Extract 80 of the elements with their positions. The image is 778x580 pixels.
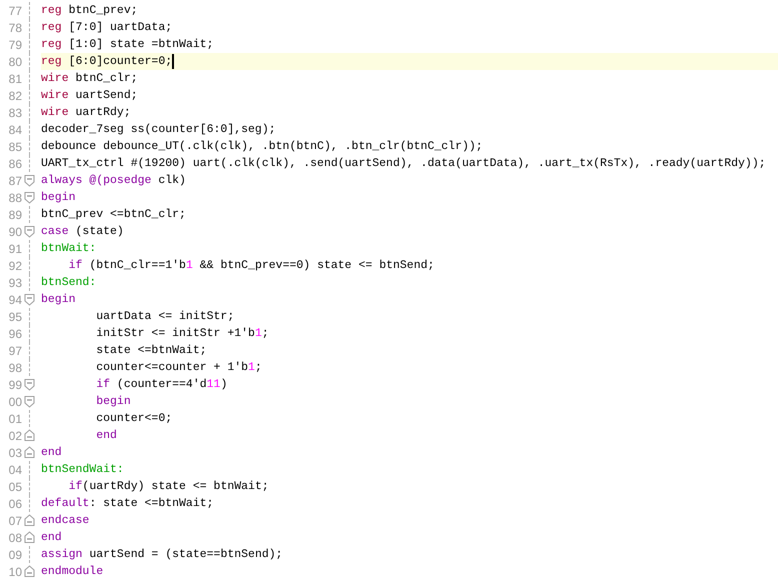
code-line: end (41, 446, 62, 458)
fold-icon[interactable] (24, 378, 34, 391)
code-line: reg btnC_prev; (41, 4, 138, 16)
code-line: counter<=0; (95, 412, 172, 424)
line-number: 93 (8, 276, 22, 288)
code-line: reg [6:0]counter=0; (41, 56, 172, 68)
code-line: wire btnC_clr; (41, 72, 138, 84)
code-line: default: state <=btnWait; (41, 498, 214, 510)
fold-icon[interactable] (24, 191, 34, 204)
line-number: 88 (8, 192, 22, 204)
fold-icon[interactable] (24, 514, 34, 527)
line-number: 00 (8, 396, 22, 408)
code-line: uartData <= initStr; (95, 310, 234, 322)
line-number: 81 (8, 72, 22, 84)
code-line: wire uartRdy; (41, 106, 131, 118)
code-line: always @(posedge clk) (41, 174, 186, 186)
line-number: 90 (8, 226, 22, 238)
line-number: 78 (8, 22, 22, 34)
line-number: 95 (8, 310, 22, 322)
code-line: counter<=counter + 1'b1; (95, 362, 262, 374)
fold-icon[interactable] (24, 225, 34, 238)
fold-icon[interactable] (24, 531, 34, 544)
fold-icon[interactable] (24, 293, 34, 306)
text-cursor (172, 54, 174, 69)
code-line: initStr <= initStr +1'b1; (95, 328, 269, 340)
code-line: case (state) (41, 226, 124, 238)
code-line: endmodule (41, 566, 104, 578)
line-number: 06 (8, 498, 22, 510)
code-line: state <=btnWait; (95, 344, 207, 356)
code-line: UART_tx_ctrl #(19200) uart(.clk(clk), .send(uartSend), .data(uartData), .uart_tx(RsTx), .ready(uartRdy)); (41, 158, 766, 170)
code-line: reg [1:0] state =btnWait; (41, 38, 214, 50)
line-number: 87 (8, 174, 22, 186)
line-number: 10 (8, 566, 22, 578)
line-number: 92 (8, 260, 22, 272)
line-number: 05 (8, 480, 22, 492)
line-number: 80 (8, 56, 22, 68)
line-number: 82 (8, 90, 22, 102)
code-line: endcase (41, 514, 90, 526)
code-line: if (counter==4'd11) (95, 378, 228, 390)
code-line: reg [7:0] uartData; (41, 22, 172, 34)
fold-icon[interactable] (24, 446, 34, 459)
line-number: 96 (8, 328, 22, 340)
line-number: 83 (8, 106, 22, 118)
line-number: 01 (8, 412, 22, 424)
line-number: 99 (8, 378, 22, 390)
code-line: begin (95, 396, 131, 408)
code-line: btnSendWait: (41, 464, 124, 476)
line-number: 91 (8, 242, 22, 254)
code-line: begin (41, 294, 76, 306)
line-number: 04 (8, 464, 22, 476)
code-line: debounce debounce_UT(.clk(clk), .btn(btnC), .btn_clr(btnC_clr)); (41, 140, 483, 152)
code-line: decoder_7seg ss(counter[6:0],seg); (41, 124, 276, 136)
code-line: btnC_prev <=btnC_clr; (41, 208, 186, 220)
fold-icon[interactable] (24, 429, 34, 442)
line-number: 08 (8, 532, 22, 544)
line-number: 03 (8, 446, 22, 458)
code-line: if (btnC_clr==1'b1 && btnC_prev==0) state <= btnSend; (68, 260, 434, 272)
line-number: 89 (8, 208, 22, 220)
line-number: 09 (8, 548, 22, 560)
code-line: btnSend: (41, 276, 96, 288)
line-number: 02 (8, 430, 22, 442)
line-number: 98 (8, 362, 22, 374)
line-number: 07 (8, 514, 22, 526)
line-number: 77 (8, 4, 22, 16)
line-number: 85 (8, 140, 22, 152)
fold-icon[interactable] (24, 565, 34, 578)
fold-icon[interactable] (24, 174, 34, 187)
code-line: end (41, 532, 62, 544)
code-line: assign uartSend = (state==btnSend); (41, 548, 283, 560)
code-line: btnWait: (41, 242, 96, 254)
line-number: 97 (8, 344, 22, 356)
line-number: 86 (8, 158, 22, 170)
fold-icon[interactable] (24, 395, 34, 408)
line-number: 94 (8, 294, 22, 306)
code-line: end (95, 430, 117, 442)
code-line: if(uartRdy) state <= btnWait; (68, 480, 269, 492)
line-number: 84 (8, 124, 22, 136)
code-line: wire uartSend; (41, 90, 138, 102)
line-number: 79 (8, 38, 22, 50)
code-line: begin (41, 192, 76, 204)
